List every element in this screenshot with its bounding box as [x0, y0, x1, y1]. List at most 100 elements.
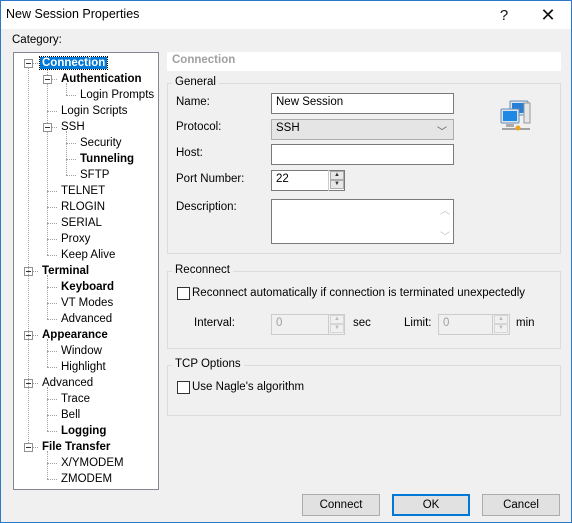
tree-item[interactable]: Keyboard [59, 279, 116, 295]
tree-connector [47, 367, 57, 368]
tree-connector [47, 287, 57, 288]
tree-item-label: Advanced [42, 377, 94, 389]
port-spinner[interactable]: ▲ ▼ [328, 170, 344, 191]
tree-item[interactable]: Logging [59, 423, 108, 439]
tree-connector [52, 79, 57, 80]
tree-item[interactable]: ZMODEM [59, 471, 114, 487]
tree-connector [66, 143, 76, 144]
category-tree[interactable]: Connection Authentication Login Prompts Log… [13, 52, 159, 490]
spin-up-icon[interactable]: ▲ [494, 315, 508, 324]
tree-item-label: File Transfer [42, 441, 111, 453]
limit-unit: min [516, 317, 535, 329]
tree-item[interactable]: Login Scripts [59, 103, 129, 119]
tree-guide-line [47, 451, 48, 479]
collapse-icon[interactable] [24, 443, 33, 452]
tree-item-label: Logging [61, 425, 107, 437]
panel-header: Connection [167, 52, 561, 71]
spin-up-icon[interactable]: ▲ [330, 171, 344, 180]
spin-up-icon[interactable]: ▲ [330, 315, 344, 324]
tree-item[interactable]: TELNET [59, 183, 107, 199]
collapse-icon[interactable] [43, 123, 52, 132]
interval-unit: sec [353, 317, 371, 329]
description-textarea[interactable]: ︿ ﹀ [271, 199, 454, 244]
connect-button[interactable]: Connect [302, 494, 380, 516]
nagle-checkbox-label[interactable]: Use Nagle's algorithm [192, 381, 304, 393]
reconnect-checkbox[interactable] [177, 287, 190, 300]
tree-item[interactable]: Proxy [59, 231, 92, 247]
tree-connector [47, 111, 57, 112]
tree-item[interactable]: Trace [59, 391, 92, 407]
tree-connector [47, 191, 57, 192]
tree-item-label: Tunneling [80, 153, 135, 165]
tree-item[interactable]: RLOGIN [59, 199, 107, 215]
nagle-checkbox[interactable] [177, 381, 190, 394]
tree-item-label: Advanced [61, 313, 113, 325]
tree-item[interactable]: SSH [59, 119, 87, 135]
tree-item[interactable]: Terminal [40, 263, 91, 279]
tree-item-label: Window [61, 345, 102, 357]
tcp-options-group-title: TCP Options [172, 358, 244, 370]
tree-item-label: ZMODEM [61, 473, 113, 485]
tree-item[interactable]: X/YMODEM [59, 455, 126, 471]
tree-item[interactable]: Window [59, 343, 104, 359]
name-input[interactable]: New Session [271, 93, 454, 114]
port-label: Port Number: [176, 173, 245, 185]
reconnect-group: Reconnect [167, 264, 561, 349]
category-label: Category: [12, 34, 62, 46]
tree-connector [47, 479, 57, 480]
tree-item[interactable]: Connection [38, 55, 109, 71]
tree-item-label: VT Modes [61, 297, 114, 309]
tree-item[interactable]: Advanced [59, 311, 114, 327]
tree-item-label: SSH [61, 121, 85, 133]
scroll-down-icon[interactable]: ﹀ [440, 228, 450, 243]
tree-connector [52, 127, 57, 128]
tree-item-label: Bell [61, 409, 81, 421]
tree-guide-line [47, 67, 48, 255]
help-button[interactable]: ? [484, 1, 524, 29]
tree-item[interactable]: Tunneling [78, 151, 136, 167]
spin-down-icon[interactable]: ▼ [330, 180, 344, 189]
tree-item[interactable]: Bell [59, 407, 82, 423]
spin-down-icon[interactable]: ▼ [330, 324, 344, 333]
tree-connector [66, 95, 76, 96]
reconnect-checkbox-label[interactable]: Reconnect automatically if connection is… [192, 287, 525, 299]
interval-label: Interval: [194, 317, 235, 329]
tree-item-label: SFTP [80, 169, 110, 181]
interval-spinner[interactable]: ▲ ▼ [328, 314, 344, 335]
tree-item[interactable]: Appearance [40, 327, 110, 343]
tree-item[interactable]: File Transfer [40, 439, 112, 455]
tree-item-label: Authentication [61, 73, 142, 85]
tree-connector [66, 159, 76, 160]
tree-item[interactable]: SFTP [78, 167, 111, 183]
host-input[interactable] [271, 144, 454, 165]
tree-connector [47, 351, 57, 352]
tree-connector [47, 223, 57, 224]
tree-item[interactable]: Login Prompts [78, 87, 156, 103]
reconnect-group-title: Reconnect [172, 264, 233, 276]
tree-guide-line [66, 131, 67, 175]
tree-connector [47, 303, 57, 304]
collapse-icon[interactable] [43, 75, 52, 84]
ok-button[interactable]: OK [392, 494, 470, 516]
tree-item-label: TELNET [61, 185, 106, 197]
limit-spinner[interactable]: ▲ ▼ [492, 314, 508, 335]
cancel-button[interactable]: Cancel [482, 494, 560, 516]
chevron-down-icon: ﹀ [437, 127, 447, 138]
tree-connector [47, 207, 57, 208]
panel-header-title: Connection [172, 54, 236, 66]
close-button[interactable]: ✕ [528, 1, 568, 29]
tree-item[interactable]: SERIAL [59, 215, 104, 231]
tree-connector [33, 63, 38, 64]
protocol-label: Protocol: [176, 121, 222, 133]
tree-item[interactable]: Security [78, 135, 124, 151]
tree-item[interactable]: Highlight [59, 359, 108, 375]
tree-item[interactable]: Keep Alive [59, 247, 117, 263]
tree-connector [47, 319, 57, 320]
spin-down-icon[interactable]: ▼ [494, 324, 508, 333]
tree-item[interactable]: Authentication [59, 71, 144, 87]
protocol-select[interactable]: SSH ﹀ [271, 119, 454, 140]
tree-item[interactable]: Advanced [40, 375, 95, 391]
tree-item[interactable]: VT Modes [59, 295, 115, 311]
description-scrollbar[interactable]: ︿ ﹀ [436, 200, 453, 243]
scroll-up-icon[interactable]: ︿ [440, 202, 450, 217]
